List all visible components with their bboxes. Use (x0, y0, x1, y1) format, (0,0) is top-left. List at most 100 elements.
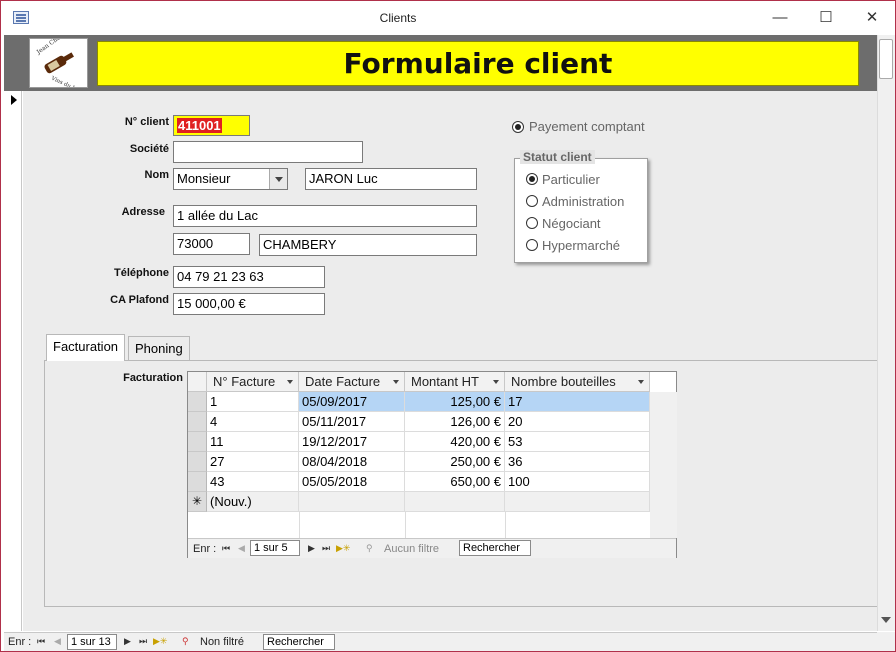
row-selector[interactable] (188, 472, 207, 492)
main-nav-label: Enr : (8, 636, 32, 648)
vertical-scrollbar[interactable] (877, 35, 895, 631)
filter-icon[interactable]: ⚲ (182, 636, 189, 647)
maximize-button[interactable]: ☐ (811, 7, 841, 29)
next-record-icon[interactable]: ▶ (308, 543, 315, 554)
cell-nombre-bouteilles[interactable]: 36 (505, 452, 650, 472)
civilite-combo[interactable]: Monsieur (173, 168, 288, 190)
cell-nombre-bouteilles[interactable]: 100 (505, 472, 650, 492)
cell-no-facture[interactable]: 1 (207, 392, 299, 412)
facturation-datasheet: N° Facture Date Facture Montant HT Nombr… (187, 371, 677, 558)
column-header-montant-ht[interactable]: Montant HT (405, 372, 505, 392)
minimize-button[interactable]: — (765, 7, 795, 29)
cell-date-facture[interactable]: 05/09/2017 (299, 392, 405, 412)
cell-montant-ht[interactable]: 250,00 € (405, 452, 505, 472)
societe-field[interactable] (173, 141, 363, 163)
first-record-icon[interactable]: ⏮ (222, 543, 230, 554)
client-no-field[interactable]: 411001 (173, 115, 250, 136)
sort-dropdown-icon[interactable] (493, 380, 499, 384)
cell-empty[interactable] (505, 492, 650, 512)
cell-date-facture[interactable]: 08/04/2018 (299, 452, 405, 472)
subform-search-box[interactable]: Rechercher (459, 540, 531, 556)
cell-no-facture[interactable]: 43 (207, 472, 299, 492)
adresse-label: Adresse (121, 206, 165, 218)
first-record-icon[interactable]: ⏮ (37, 636, 45, 647)
statut-negociant-label: Négociant (542, 216, 601, 231)
row-selector[interactable] (188, 392, 207, 412)
filter-icon[interactable]: ⚲ (366, 543, 373, 554)
next-record-icon[interactable]: ▶ (124, 636, 131, 647)
statut-hypermarche-radio[interactable] (526, 239, 538, 251)
cell-date-facture[interactable]: 19/12/2017 (299, 432, 405, 452)
scrollbar-thumb[interactable] (879, 39, 893, 79)
cell-montant-ht[interactable]: 126,00 € (405, 412, 505, 432)
cell-montant-ht[interactable]: 650,00 € (405, 472, 505, 492)
telephone-field[interactable]: 04 79 21 23 63 (173, 266, 325, 288)
cell-nombre-bouteilles[interactable]: 53 (505, 432, 650, 452)
previous-record-icon[interactable]: ◀ (54, 636, 61, 647)
payement-comptant-label: Payement comptant (529, 119, 645, 134)
cell-nombre-bouteilles[interactable]: 20 (505, 412, 650, 432)
previous-record-icon[interactable]: ◀ (238, 543, 245, 554)
table-row[interactable]: 11 19/12/2017 420,00 € 53 (188, 432, 650, 452)
ville-field[interactable]: CHAMBERY (259, 234, 477, 256)
sort-dropdown-icon[interactable] (393, 380, 399, 384)
chevron-down-icon[interactable] (269, 169, 287, 189)
column-header-no-facture[interactable]: N° Facture (207, 372, 299, 392)
societe-label: Société (129, 143, 169, 155)
payement-comptant-radio[interactable] (512, 121, 524, 133)
company-logo: Jean Chalon Vins du Jura (29, 38, 88, 88)
cell-montant-ht[interactable]: 125,00 € (405, 392, 505, 412)
client-no-label: N° client (124, 116, 169, 128)
sort-dropdown-icon[interactable] (287, 380, 293, 384)
new-record-label[interactable]: (Nouv.) (207, 492, 299, 512)
new-record-icon: ✳ (188, 492, 207, 512)
table-row[interactable]: 4 05/11/2017 126,00 € 20 (188, 412, 650, 432)
select-all-corner[interactable] (188, 372, 207, 392)
column-header-date-facture[interactable]: Date Facture (299, 372, 405, 392)
form-icon[interactable] (13, 11, 29, 24)
table-row[interactable]: 1 05/09/2017 125,00 € 17 (188, 392, 650, 412)
statut-particulier-radio[interactable] (526, 173, 538, 185)
cell-date-facture[interactable]: 05/11/2017 (299, 412, 405, 432)
new-record-icon[interactable]: ▶✳ (336, 543, 350, 554)
main-search-box[interactable]: Rechercher (263, 634, 335, 650)
cell-nombre-bouteilles[interactable]: 17 (505, 392, 650, 412)
statut-particulier-label: Particulier (542, 172, 600, 187)
main-record-position[interactable]: 1 sur 13 (67, 634, 117, 650)
statut-administration-radio[interactable] (526, 195, 538, 207)
new-record-icon[interactable]: ▶✳ (153, 636, 167, 647)
statut-administration-label: Administration (542, 194, 625, 209)
scroll-down-icon[interactable] (881, 617, 891, 623)
adresse-field[interactable]: 1 allée du Lac (173, 205, 477, 227)
cell-no-facture[interactable]: 27 (207, 452, 299, 472)
last-record-icon[interactable]: ⏭ (139, 636, 147, 647)
close-button[interactable]: ✕ (857, 7, 887, 29)
datasheet-side-area (650, 392, 677, 538)
code-postal-field[interactable]: 73000 (173, 233, 250, 255)
cell-no-facture[interactable]: 4 (207, 412, 299, 432)
column-header-nombre-bouteilles[interactable]: Nombre bouteilles (505, 372, 650, 392)
nom-field[interactable]: JARON Luc (305, 168, 477, 190)
statut-client-title: Statut client (520, 150, 595, 164)
cell-montant-ht[interactable]: 420,00 € (405, 432, 505, 452)
row-selector[interactable] (188, 452, 207, 472)
ca-plafond-field[interactable]: 15 000,00 € (173, 293, 325, 315)
tab-phoning[interactable]: Phoning (128, 336, 190, 360)
sort-dropdown-icon[interactable] (638, 380, 644, 384)
cell-date-facture[interactable]: 05/05/2018 (299, 472, 405, 492)
cell-empty[interactable] (299, 492, 405, 512)
new-record-row[interactable]: ✳ (Nouv.) (188, 492, 650, 512)
record-selector[interactable] (4, 91, 22, 631)
cell-empty[interactable] (405, 492, 505, 512)
row-selector[interactable] (188, 412, 207, 432)
subform-record-position[interactable]: 1 sur 5 (250, 540, 300, 556)
table-row[interactable]: 43 05/05/2018 650,00 € 100 (188, 472, 650, 492)
tab-facturation[interactable]: Facturation (46, 334, 126, 361)
main-filter-status[interactable]: Non filtré (200, 636, 244, 648)
statut-negociant-radio[interactable] (526, 217, 538, 229)
table-row[interactable]: 27 08/04/2018 250,00 € 36 (188, 452, 650, 472)
subform-filter-status[interactable]: Aucun filtre (384, 543, 439, 555)
cell-no-facture[interactable]: 11 (207, 432, 299, 452)
row-selector[interactable] (188, 432, 207, 452)
last-record-icon[interactable]: ⏭ (322, 543, 330, 554)
